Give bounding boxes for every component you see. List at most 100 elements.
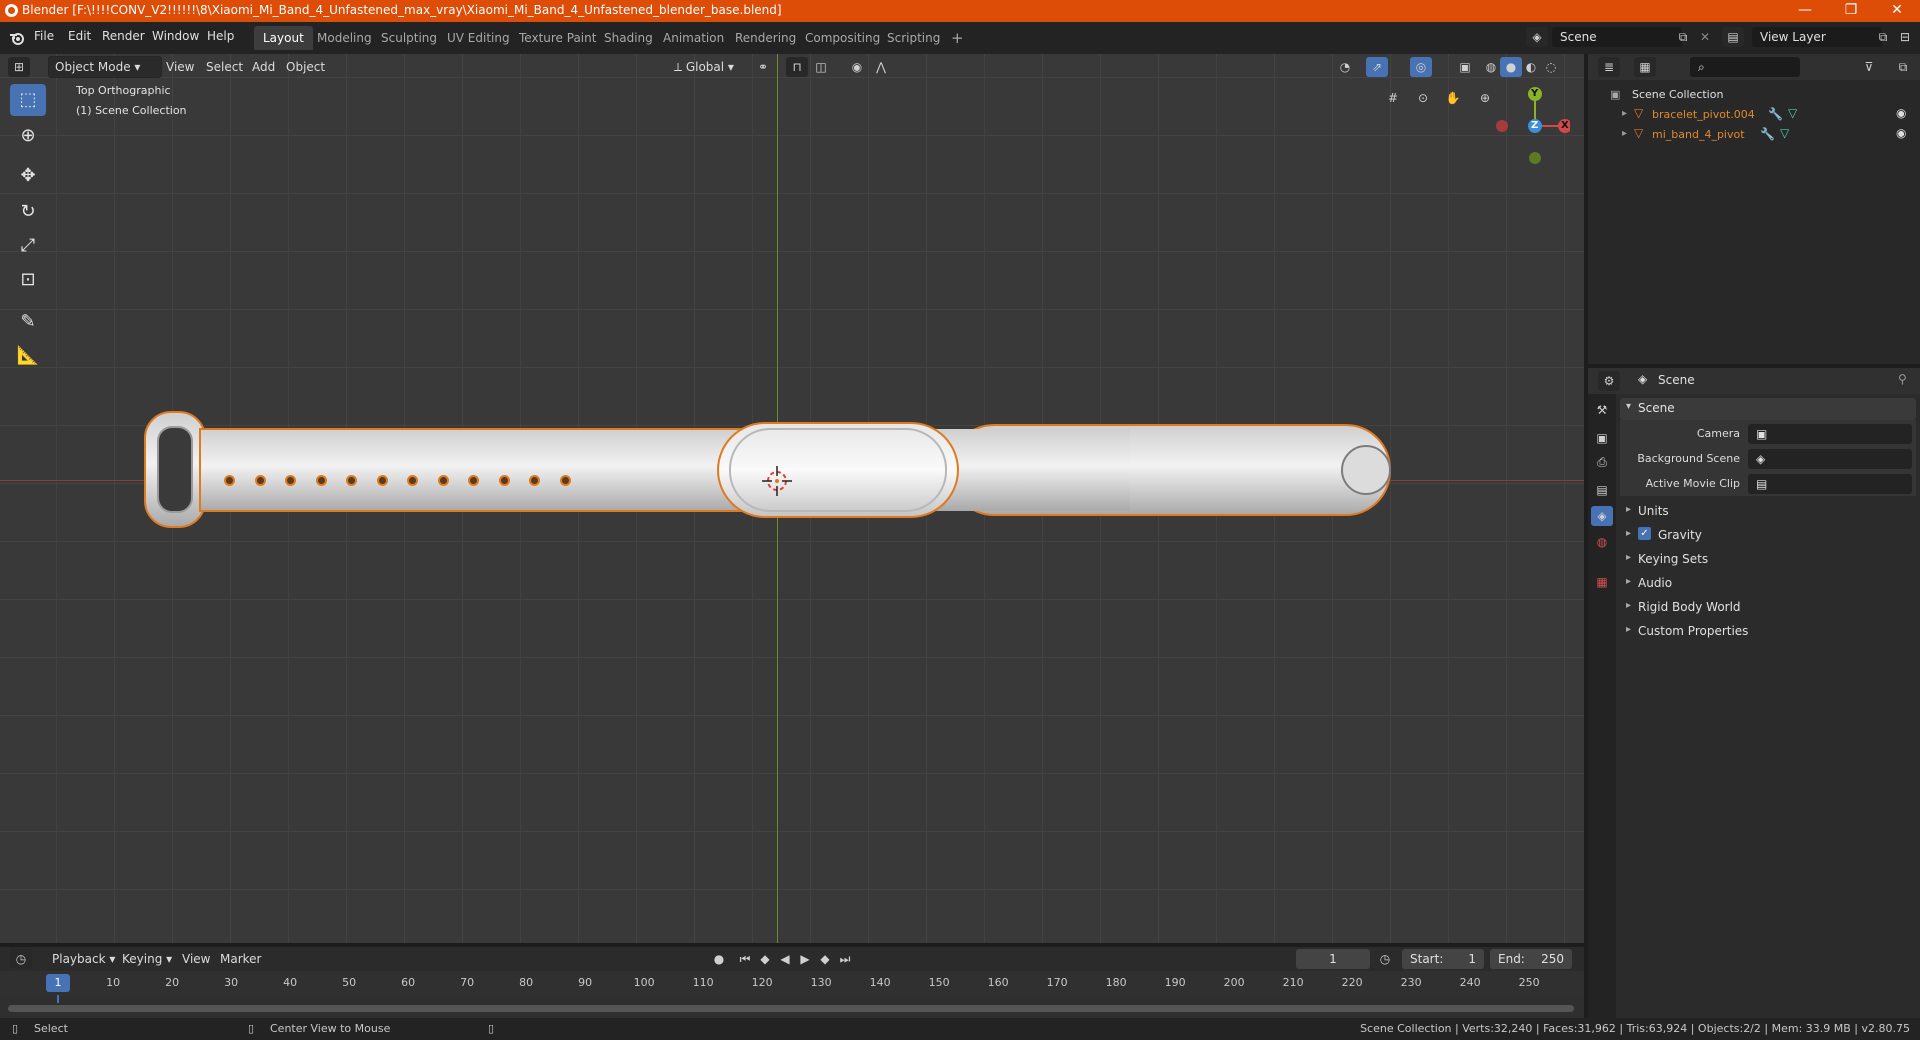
audio-section[interactable]: ▸ Audio — [1620, 572, 1916, 594]
pin-icon[interactable]: ⚲ — [1898, 372, 1907, 386]
viewport-menu-select[interactable]: Select — [200, 57, 249, 77]
view-layer-field[interactable]: View Layer — [1752, 27, 1882, 47]
keyframe-area[interactable] — [0, 995, 1584, 1018]
render-tab-icon[interactable]: ▣ — [1591, 428, 1613, 448]
current-frame-field[interactable]: 1 — [1296, 949, 1370, 969]
tab-animation[interactable]: Animation — [654, 26, 733, 50]
timeline-menu-playback[interactable]: Playback ▾ — [46, 949, 121, 969]
axis-gizmo[interactable] — [1490, 82, 1570, 172]
tab-texture-paint[interactable]: Texture Paint — [510, 26, 605, 50]
tab-shading[interactable]: Shading — [595, 26, 662, 50]
world-tab-icon[interactable]: ◍ — [1591, 532, 1613, 552]
pan-view-icon[interactable]: ✋ — [1442, 88, 1464, 108]
timeline-menu-marker[interactable]: Marker — [214, 949, 267, 969]
rigid-body-world-section[interactable]: ▸ Rigid Body World — [1620, 596, 1916, 618]
overlays-icon[interactable]: ◎ — [1410, 57, 1432, 77]
select-box-tool-icon[interactable]: ⬚ — [10, 84, 46, 116]
tab-uv-editing[interactable]: UV Editing — [438, 26, 519, 50]
scene-tab-icon[interactable]: ◈ — [1591, 506, 1613, 526]
menu-window[interactable]: Window — [152, 29, 199, 43]
tab-compositing[interactable]: Compositing — [796, 26, 889, 50]
scene-name-field[interactable]: Scene — [1552, 27, 1682, 47]
close-window-button[interactable]: ✕ — [1874, 0, 1920, 22]
cursor-tool-icon[interactable]: ⊕ — [10, 120, 46, 152]
scene-browse-icon[interactable]: ◈ — [1526, 27, 1548, 47]
wireframe-shading-icon[interactable]: ◍ — [1480, 57, 1502, 77]
transform-orientation-dropdown[interactable]: ⟂ Global ▾ — [668, 57, 740, 77]
tab-layout[interactable]: Layout — [254, 26, 313, 50]
camera-view-icon[interactable]: ⊙ — [1412, 88, 1434, 108]
start-frame-field[interactable]: Start: 1 — [1402, 949, 1484, 969]
snap-target-icon[interactable]: ◫ — [810, 57, 832, 77]
output-tab-icon[interactable]: ⎙ — [1591, 452, 1613, 472]
gravity-checkbox[interactable]: ✓ — [1638, 527, 1651, 540]
rotate-tool-icon[interactable]: ↻ — [10, 196, 46, 228]
play-reverse-icon[interactable]: ◀ — [774, 949, 796, 969]
measure-tool-icon[interactable]: 📐 — [10, 340, 46, 372]
menu-render[interactable]: Render — [102, 29, 145, 43]
view-layer-browse-icon[interactable]: ▤ — [1722, 27, 1744, 47]
record-icon[interactable]: ● — [708, 949, 730, 969]
keying-sets-section[interactable]: ▸ Keying Sets — [1620, 548, 1916, 570]
menu-help[interactable]: Help — [207, 29, 234, 43]
tab-sculpting[interactable]: Sculpting — [372, 26, 446, 50]
texture-tab-icon[interactable]: ▦ — [1591, 572, 1613, 592]
eye-icon[interactable]: ◉ — [1896, 106, 1906, 120]
gravity-section[interactable]: ▸ ✓ Gravity — [1620, 524, 1916, 546]
menu-file[interactable]: File — [34, 29, 54, 43]
timeline-menu-keying[interactable]: Keying ▾ — [116, 949, 178, 969]
tab-modeling[interactable]: Modeling — [308, 26, 381, 50]
play-icon[interactable]: ▶ — [794, 949, 816, 969]
falloff-icon[interactable]: ⋀ — [870, 57, 892, 77]
object-mode-dropdown[interactable]: Object Mode ▾ — [48, 56, 162, 78]
annotate-tool-icon[interactable]: ✎ — [10, 306, 46, 338]
scale-tool-icon[interactable]: ⤢ — [10, 230, 46, 262]
timeline-scrollbar[interactable] — [8, 1005, 1574, 1012]
transform-tool-icon[interactable]: ⊡ — [10, 264, 46, 296]
menu-edit[interactable]: Edit — [68, 29, 91, 43]
material-shading-icon[interactable]: ◐ — [1520, 57, 1542, 77]
maximize-button[interactable]: ❐ — [1828, 0, 1874, 22]
minimize-button[interactable]: — — [1782, 0, 1828, 22]
timeline-editor-type-icon[interactable]: ◷ — [10, 949, 32, 969]
add-workspace-button[interactable]: + — [942, 26, 973, 50]
outliner-search-input[interactable]: ⌕ — [1690, 57, 1800, 77]
move-tool-icon[interactable]: ✥ — [10, 160, 46, 192]
xray-icon[interactable]: ▣ — [1454, 57, 1476, 77]
blender-menu-icon[interactable] — [9, 30, 25, 46]
view-layer-tab-icon[interactable]: ▤ — [1591, 480, 1613, 500]
display-mode-icon[interactable]: ▦ — [1634, 57, 1656, 77]
new-scene-icon[interactable]: ⧉ — [1672, 27, 1694, 47]
new-collection-icon[interactable]: ⧉ — [1892, 57, 1914, 77]
viewport-menu-view[interactable]: View — [160, 57, 200, 77]
filter-icon[interactable]: ⊽ — [1858, 57, 1880, 77]
outliner-item-mi-band[interactable]: ▸ ▽ mi_band_4_pivot 🔧 ▽ ◉ — [1588, 126, 1920, 144]
end-frame-field[interactable]: End: 250 — [1490, 949, 1572, 969]
eye-icon[interactable]: ◉ — [1896, 126, 1906, 140]
outliner-editor-type-icon[interactable]: ≣ — [1598, 57, 1620, 77]
proportional-edit-icon[interactable]: ◉ — [846, 57, 868, 77]
active-movie-clip-field[interactable]: ▤ — [1748, 474, 1912, 494]
snap-icon[interactable]: ⊓ — [786, 57, 808, 77]
solid-shading-icon[interactable]: ● — [1500, 57, 1522, 77]
background-scene-field[interactable]: ◈ — [1748, 449, 1912, 469]
jump-keyframe-forward-icon[interactable]: ◆ — [814, 949, 836, 969]
3d-viewport[interactable] — [0, 54, 1584, 943]
tool-tab-icon[interactable]: ⚒ — [1591, 400, 1613, 420]
preview-range-icon[interactable]: ◷ — [1374, 949, 1396, 969]
new-view-layer-icon[interactable]: ⧉ — [1872, 27, 1894, 47]
jump-end-icon[interactable]: ⏭ — [834, 949, 856, 969]
viewport-menu-object[interactable]: Object — [280, 57, 331, 77]
tab-rendering[interactable]: Rendering — [726, 26, 805, 50]
outliner-item-bracelet[interactable]: ▸ ▽ bracelet_pivot.004 🔧 ▽ ◉ — [1588, 106, 1920, 124]
pivot-point-icon[interactable]: ⚭ — [752, 57, 774, 77]
timeline-menu-view[interactable]: View — [176, 949, 216, 969]
delete-view-layer-icon[interactable]: ⊟ — [1894, 27, 1916, 47]
properties-editor-type-icon[interactable]: ⚙ — [1598, 371, 1620, 391]
camera-field[interactable]: ▣ — [1748, 424, 1912, 444]
scene-panel-header[interactable]: ▾ Scene — [1620, 398, 1916, 420]
rendered-shading-icon[interactable]: ◌ — [1540, 57, 1562, 77]
gizmo-toggle-icon[interactable]: ⇗ — [1366, 57, 1388, 77]
jump-keyframe-back-icon[interactable]: ◆ — [754, 949, 776, 969]
custom-properties-section[interactable]: ▸ Custom Properties — [1620, 620, 1916, 642]
